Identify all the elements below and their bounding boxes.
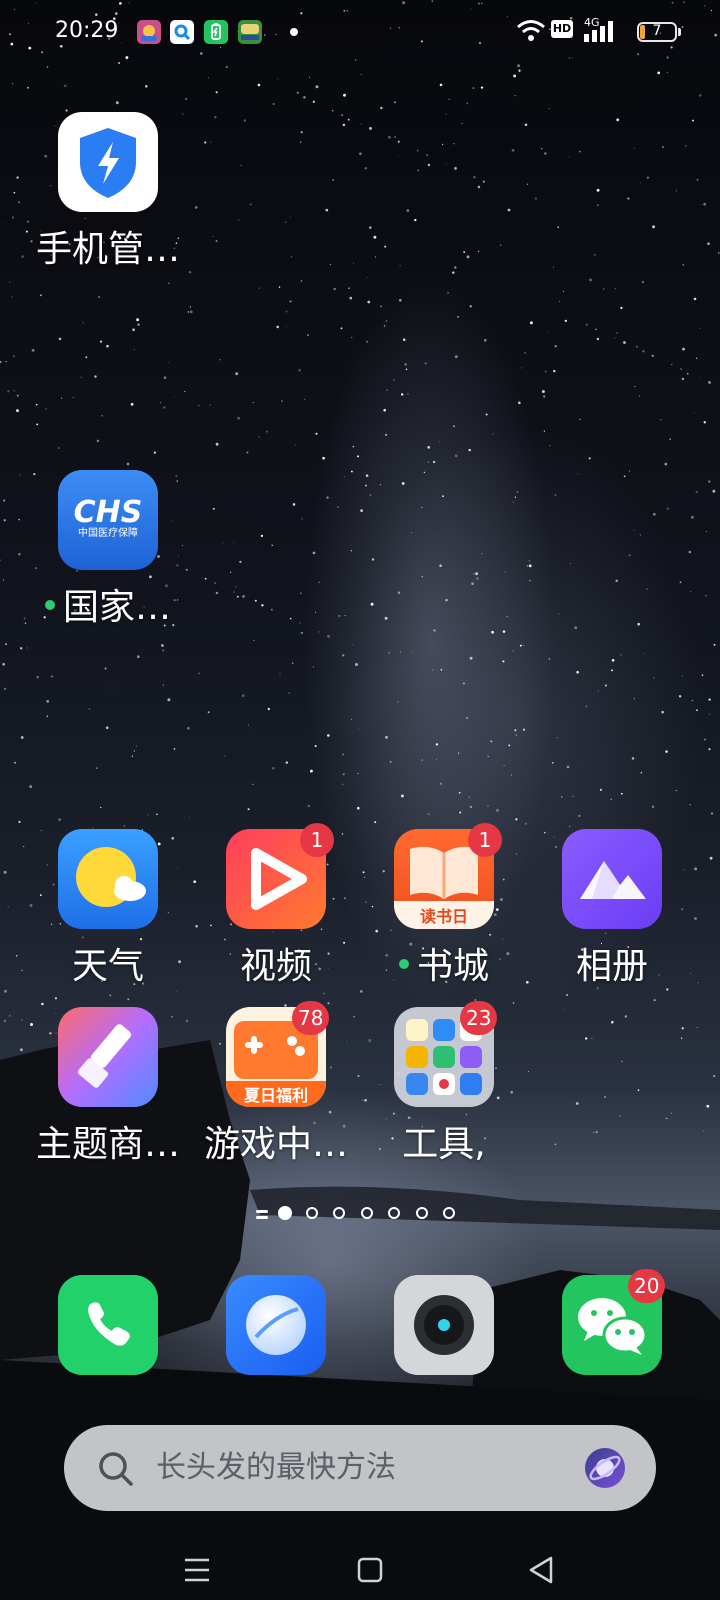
battery-manager-icon	[204, 20, 228, 44]
brush-icon	[58, 1007, 158, 1107]
signal-icon	[584, 21, 613, 42]
phone-icon	[58, 1275, 158, 1375]
app-label: 视频	[239, 946, 312, 987]
chs-logo-subtitle: 中国医疗保障	[78, 526, 138, 539]
square-icon	[357, 1557, 383, 1583]
app-label: 国家…	[24, 584, 192, 632]
app-label: 相册	[575, 946, 648, 987]
notification-badge: 20	[628, 1269, 666, 1303]
summer-bonus-text: 夏日福利	[243, 1086, 308, 1105]
page-dot[interactable]	[305, 1207, 318, 1219]
game-icon	[238, 20, 262, 44]
app-label: 书城	[360, 943, 528, 991]
page-dot[interactable]	[360, 1207, 373, 1219]
mountain-icon	[562, 829, 662, 929]
chs-icon: CHS 中国医疗保障	[58, 470, 158, 570]
app-label: 主题商…	[35, 1124, 180, 1165]
page-indicator[interactable]	[256, 1206, 466, 1226]
wifi-icon	[517, 20, 545, 41]
recent-apps-button[interactable]	[167, 1540, 227, 1600]
new-install-dot	[398, 959, 409, 969]
home-button[interactable]	[340, 1540, 400, 1600]
menu-icon	[185, 1558, 209, 1582]
battery-level: 7	[652, 23, 662, 39]
search-bar[interactable]: 长头发的最快方法	[64, 1425, 656, 1511]
notification-badge: 1	[300, 823, 334, 857]
app-label: 游戏中…	[203, 1124, 348, 1165]
page-dot[interactable]	[443, 1207, 455, 1219]
new-install-dot	[44, 600, 55, 610]
app-label: 工具,	[402, 1124, 486, 1165]
app-label: 手机管…	[35, 229, 180, 270]
book-day-text: 读书日	[420, 907, 468, 926]
more-notifications-dot	[290, 28, 298, 36]
page-dot[interactable]	[333, 1207, 345, 1219]
notification-badge: 1	[468, 823, 502, 857]
page-dot-active[interactable]	[278, 1206, 292, 1220]
shield-bolt-icon	[58, 112, 158, 212]
app-label: 天气	[71, 946, 144, 987]
navigation-bar	[0, 1540, 720, 1600]
status-bar: 20:29 HD 4G 7	[0, 0, 720, 64]
qq-browser-icon	[170, 20, 194, 44]
battery-icon: 7	[637, 22, 677, 42]
page-dot[interactable]	[388, 1207, 400, 1219]
game-icon	[137, 20, 161, 44]
page-list-icon[interactable]	[256, 1210, 268, 1220]
sun-cloud-icon	[58, 829, 158, 929]
chs-logo-text: CHS	[74, 495, 143, 530]
browser-icon	[226, 1275, 326, 1375]
search-placeholder[interactable]: 长头发的最快方法	[156, 1445, 396, 1491]
battery-cap	[678, 28, 681, 36]
camera-icon	[394, 1275, 494, 1375]
search-icon	[99, 1452, 133, 1486]
hd-badge: HD	[551, 20, 573, 38]
back-triangle-icon	[529, 1556, 553, 1584]
status-time: 20:29	[55, 18, 119, 43]
page-dot[interactable]	[415, 1207, 428, 1219]
assistant-icon[interactable]	[584, 1447, 626, 1489]
notification-badge: 23	[460, 1001, 498, 1035]
back-button[interactable]	[511, 1540, 571, 1600]
notification-badge: 78	[292, 1001, 330, 1035]
